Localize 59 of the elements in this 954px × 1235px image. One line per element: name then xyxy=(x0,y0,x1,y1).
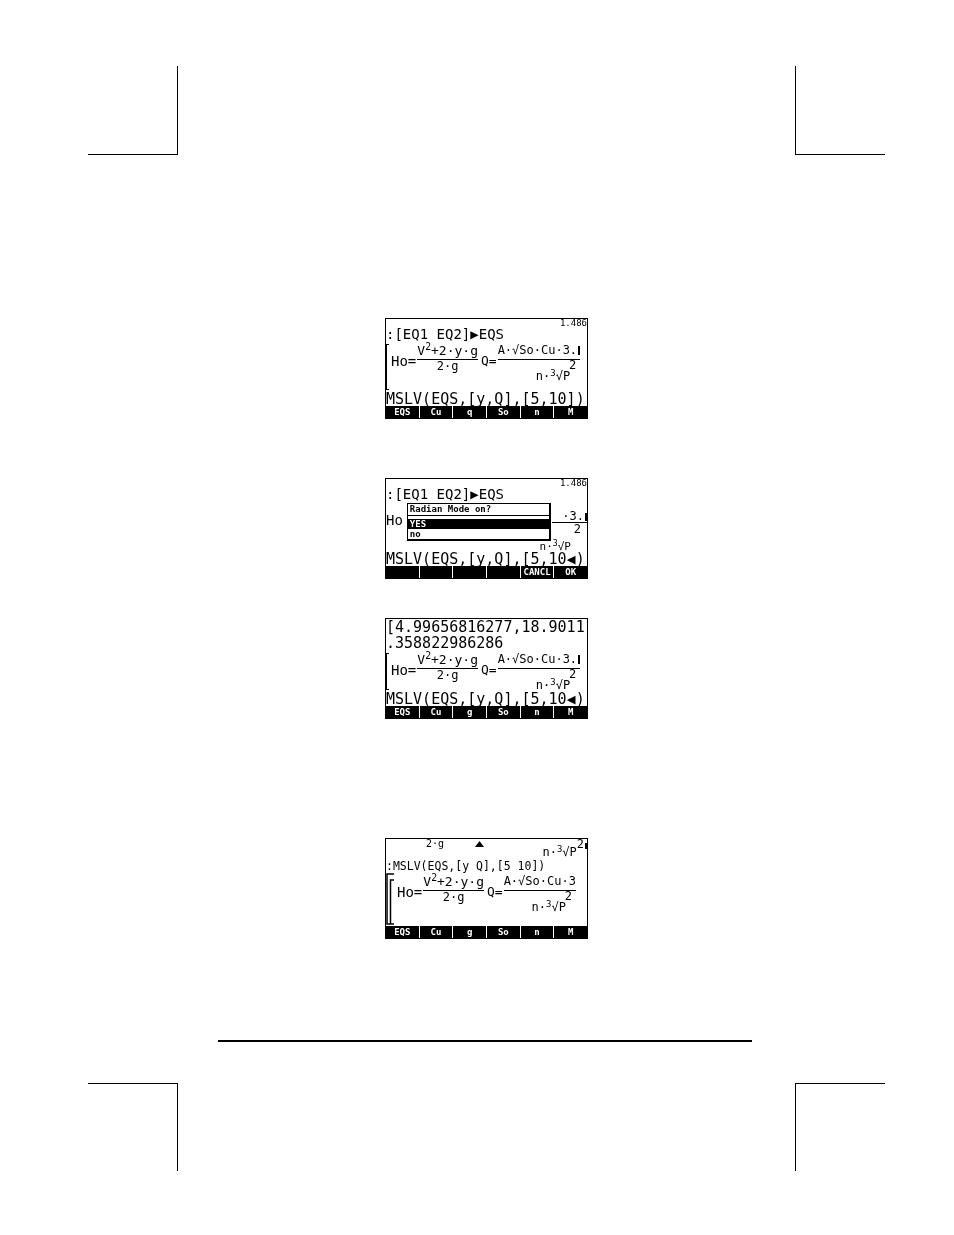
denominator-text: 2·g xyxy=(442,891,465,903)
equation-text: Ho= xyxy=(397,885,423,899)
expression-text: 2·g xyxy=(426,839,445,851)
softkey[interactable]: M xyxy=(554,406,588,418)
numerator-text: V$^{2}$+2·y·g xyxy=(417,651,478,668)
exponent-text: 2 xyxy=(576,839,584,849)
softkey[interactable]: n xyxy=(520,926,554,938)
softkey[interactable]: M xyxy=(554,706,588,718)
stack-line: :MSLV(EQS,[y Q],[5 10]) xyxy=(386,859,547,873)
softkey[interactable]: CANCL xyxy=(520,566,554,578)
numerator-text: V$^{2}$+2·y·g xyxy=(423,873,484,890)
softkey[interactable]: g xyxy=(453,926,486,938)
equation-text: Ho= xyxy=(391,663,417,677)
stack-line: [4.99656816277,18.9011 xyxy=(386,619,586,635)
softkey[interactable]: M xyxy=(554,926,588,938)
numerator-text: A·√So·Cu·3 xyxy=(503,873,576,890)
stack-line: :[EQ1 EQ2]▶EQS xyxy=(386,327,505,342)
softkey[interactable]: Cu xyxy=(419,926,453,938)
softkey[interactable]: So xyxy=(487,706,520,718)
stack-line: .358822986286 xyxy=(386,635,504,651)
status-number: 1.486 xyxy=(559,479,587,487)
equation-text: Ho= xyxy=(391,354,417,368)
numerator-text: V$^{2}$+2·y·g xyxy=(417,342,478,359)
denominator-text: 2 xyxy=(573,523,581,535)
softkey[interactable]: OK xyxy=(554,566,588,578)
numerator-text: ·3. xyxy=(562,511,584,522)
numerator-text: A·√So·Cu·3. xyxy=(497,651,578,668)
softkey[interactable]: Cu xyxy=(419,706,453,718)
exponent-text: 2 xyxy=(568,669,577,679)
softkey[interactable]: EQS xyxy=(386,406,419,418)
softkey[interactable]: Cu xyxy=(419,406,453,418)
stack-line: :[EQ1 EQ2]▶EQS xyxy=(386,487,505,502)
softkey[interactable]: EQS xyxy=(386,706,419,718)
denominator-text: n·$^{3}$√P xyxy=(535,370,571,383)
softkey[interactable]: So xyxy=(487,926,520,938)
softkey[interactable]: n xyxy=(520,706,554,718)
softkey[interactable]: EQS xyxy=(386,926,419,938)
equation-text: Ho xyxy=(386,513,403,527)
dialog-title: Radian Mode on? xyxy=(408,504,493,514)
softkey[interactable]: q xyxy=(453,406,486,418)
denominator-text: 2·g xyxy=(436,360,459,372)
softkey[interactable]: So xyxy=(487,406,520,418)
status-number: 1.486 xyxy=(559,319,587,327)
denominator-text: n·$^{3}$√P xyxy=(535,679,571,692)
denominator-text: 2·g xyxy=(436,669,459,681)
dialog-option[interactable]: YES xyxy=(407,519,549,529)
up-arrow-icon xyxy=(475,841,485,847)
softkey[interactable]: n xyxy=(520,406,554,418)
softkey[interactable]: g xyxy=(453,706,486,718)
equation-text: Q= xyxy=(480,354,497,368)
continuation-marker-icon xyxy=(578,655,581,664)
continuation-marker-icon xyxy=(578,346,581,355)
equation-text: Q= xyxy=(486,885,503,899)
equation-text: Q= xyxy=(480,663,497,677)
exponent-text: 2 xyxy=(564,891,572,901)
denominator-text: n·$^{3}$√P xyxy=(531,901,566,914)
expression-text: n·$^{3}$√P xyxy=(542,846,577,859)
exponent-text: 2 xyxy=(568,360,577,370)
numerator-text: A·√So·Cu·3. xyxy=(497,342,578,359)
